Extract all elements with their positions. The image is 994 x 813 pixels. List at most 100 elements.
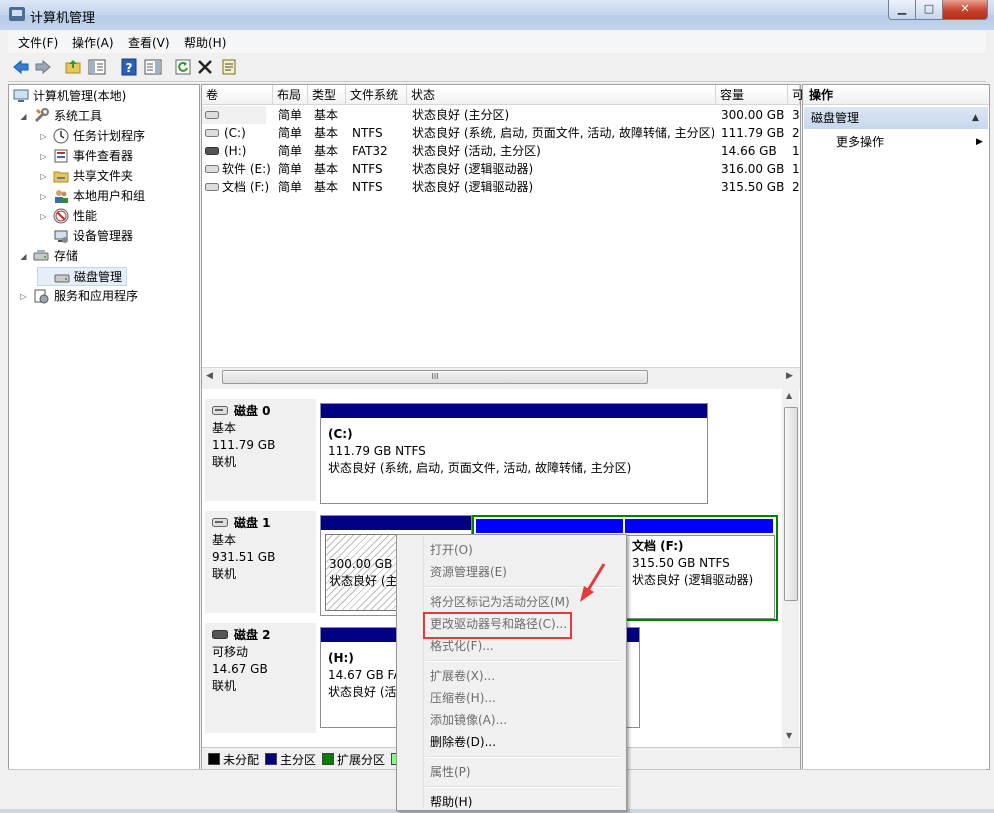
disk-1-label[interactable]: 磁盘 1 基本 931.51 GB 联机 bbox=[205, 511, 317, 613]
table-row[interactable]: (H:) 简单 基本 FAT32 状态良好 (活动, 主分区) 14.66 GB… bbox=[202, 142, 800, 160]
svg-text:?: ? bbox=[126, 61, 133, 75]
menu-help[interactable]: 帮助(H) bbox=[184, 34, 226, 51]
logical-drive-e-bar bbox=[476, 519, 623, 533]
system-tools-icon bbox=[34, 108, 49, 123]
up-folder-icon[interactable] bbox=[64, 58, 82, 76]
toolbar: ? bbox=[8, 53, 986, 82]
collapsed-arrow-icon[interactable]: ▷ bbox=[39, 172, 48, 181]
disk-2-label[interactable]: 磁盘 2 可移动 14.67 GB 联机 bbox=[205, 623, 317, 733]
type-cell: 基本 bbox=[314, 180, 339, 194]
volume-cell: 文档 (F:) bbox=[202, 178, 272, 196]
capacity-cell: 14.66 GB bbox=[721, 144, 777, 158]
status-cell: 状态良好 (活动, 主分区) bbox=[412, 144, 541, 158]
collapse-up-icon[interactable]: ▲ bbox=[972, 107, 979, 129]
column-header-type[interactable]: 类型 bbox=[308, 85, 346, 105]
column-header-status[interactable]: 状态 bbox=[407, 85, 716, 105]
disk-0-label[interactable]: 磁盘 0 基本 111.79 GB 联机 bbox=[205, 399, 317, 501]
computer-management-icon bbox=[13, 89, 29, 102]
drive-icon bbox=[205, 111, 219, 119]
menu-item-open[interactable]: 打开(O) bbox=[397, 539, 626, 561]
delete-icon[interactable] bbox=[196, 58, 214, 76]
menu-separator bbox=[425, 786, 621, 788]
layout-cell: 简单 bbox=[278, 162, 303, 176]
scroll-left-arrow-icon[interactable]: ◀ bbox=[206, 371, 213, 381]
partition-status: 状态良好 (系统, 启动, 页面文件, 活动, 故障转储, 主分区) bbox=[328, 461, 632, 475]
disk-icon bbox=[212, 406, 228, 415]
tree-item-disk-management[interactable]: 磁盘管理 bbox=[37, 267, 128, 286]
actions-section-disk-management[interactable]: 磁盘管理 ▲ bbox=[804, 107, 988, 129]
type-cell: 基本 bbox=[314, 144, 339, 158]
maximize-button[interactable]: □ bbox=[915, 0, 943, 20]
column-header-filesystem[interactable]: 文件系统 bbox=[346, 85, 407, 105]
red-arrow-icon bbox=[580, 563, 606, 602]
capacity-cell: 300.00 GB bbox=[721, 108, 785, 122]
minimize-button[interactable]: ▁ bbox=[888, 0, 916, 20]
tree-label: 性能 bbox=[73, 209, 98, 223]
legend-label: 未分配 bbox=[223, 753, 260, 767]
menu-item-properties[interactable]: 属性(P) bbox=[397, 761, 626, 783]
menu-view[interactable]: 查看(V) bbox=[128, 34, 170, 51]
horizontal-scrollbar[interactable]: ◀ III ▶ bbox=[202, 367, 800, 385]
legend-swatch-unallocated bbox=[208, 753, 220, 765]
type-cell: 基本 bbox=[314, 108, 339, 122]
legend-swatch-primary bbox=[265, 753, 277, 765]
scroll-up-arrow-icon[interactable]: ▲ bbox=[786, 391, 792, 400]
table-row[interactable]: 文档 (F:) 简单 基本 NTFS 状态良好 (逻辑驱动器) 315.50 G… bbox=[202, 178, 800, 196]
help-icon[interactable]: ? bbox=[120, 58, 138, 76]
menu-item-help[interactable]: 帮助(H) bbox=[397, 791, 626, 813]
menu-item-delete-volume[interactable]: 删除卷(D)... bbox=[397, 731, 626, 753]
expanded-arrow-icon[interactable]: ◢ bbox=[19, 112, 28, 121]
show-hide-action-pane-icon[interactable] bbox=[144, 58, 162, 76]
menu-action[interactable]: 操作(A) bbox=[72, 34, 114, 51]
column-header-capacity[interactable]: 容量 bbox=[716, 85, 788, 105]
table-row[interactable]: 软件 (E:) 简单 基本 NTFS 状态良好 (逻辑驱动器) 316.00 G… bbox=[202, 160, 800, 178]
tree-label: 任务计划程序 bbox=[73, 129, 146, 143]
scroll-down-arrow-icon[interactable]: ▼ bbox=[786, 731, 792, 740]
legend-label: 扩展分区 bbox=[337, 753, 386, 767]
close-button[interactable]: ✕ bbox=[942, 0, 988, 20]
vertical-scrollbar[interactable]: ▲ ▼ bbox=[782, 389, 799, 747]
horizontal-scroll-thumb[interactable]: III bbox=[222, 370, 648, 384]
disk-size: 931.51 GB bbox=[212, 550, 276, 564]
partition-f[interactable]: 文档 (F:) 315.50 GB NTFS 状态良好 (逻辑驱动器) bbox=[625, 535, 775, 619]
collapsed-arrow-icon[interactable]: ▷ bbox=[39, 152, 48, 161]
menu-file[interactable]: 文件(F) bbox=[18, 34, 58, 51]
computer-management-icon bbox=[9, 7, 25, 21]
status-cell: 状态良好 (逻辑驱动器) bbox=[412, 162, 534, 176]
table-row[interactable]: 简单 基本 状态良好 (主分区) 300.00 GB 3 bbox=[202, 106, 800, 124]
menu-item-add-mirror[interactable]: 添加镜像(A)... bbox=[397, 709, 626, 731]
disk-kind: 基本 bbox=[212, 421, 237, 435]
column-header-free[interactable]: 可 bbox=[788, 85, 804, 105]
primary-partition-bar bbox=[321, 404, 707, 418]
show-hide-tree-icon[interactable] bbox=[88, 58, 106, 76]
expanded-arrow-icon[interactable]: ◢ bbox=[19, 252, 28, 261]
collapsed-arrow-icon[interactable]: ▷ bbox=[39, 132, 48, 141]
disk-state: 联机 bbox=[212, 679, 237, 693]
forward-arrow-icon[interactable] bbox=[34, 58, 52, 76]
menu-item-shrink[interactable]: 压缩卷(H)... bbox=[397, 687, 626, 709]
partition-name: (C:) bbox=[328, 427, 353, 441]
status-cell: 状态良好 (逻辑驱动器) bbox=[412, 180, 534, 194]
menu-item-extend[interactable]: 扩展卷(X)... bbox=[397, 665, 626, 687]
back-arrow-icon[interactable] bbox=[12, 58, 30, 76]
users-icon bbox=[55, 190, 68, 203]
table-row[interactable]: (C:) 简单 基本 NTFS 状态良好 (系统, 启动, 页面文件, 活动, … bbox=[202, 124, 800, 142]
scroll-right-arrow-icon[interactable]: ▶ bbox=[786, 371, 793, 381]
refresh-icon[interactable] bbox=[174, 58, 192, 76]
column-header-volume[interactable]: 卷 bbox=[202, 85, 273, 105]
more-actions-label: 更多操作 bbox=[836, 135, 885, 149]
legend-label: 主分区 bbox=[280, 753, 317, 767]
more-actions-item[interactable]: 更多操作 ▶ bbox=[804, 132, 988, 152]
menu-bar: 文件(F) 操作(A) 查看(V) 帮助(H) bbox=[8, 31, 986, 53]
properties-icon[interactable] bbox=[220, 58, 238, 76]
drive-icon bbox=[205, 183, 219, 191]
partition-size: 315.50 GB NTFS bbox=[632, 556, 730, 570]
collapsed-arrow-icon[interactable]: ▷ bbox=[19, 292, 28, 301]
column-header-layout[interactable]: 布局 bbox=[273, 85, 308, 105]
services-icon bbox=[34, 289, 49, 304]
type-cell: 基本 bbox=[314, 126, 339, 140]
vertical-scroll-thumb[interactable] bbox=[784, 407, 798, 601]
collapsed-arrow-icon[interactable]: ▷ bbox=[39, 212, 48, 221]
collapsed-arrow-icon[interactable]: ▷ bbox=[39, 192, 48, 201]
partition-c[interactable]: (C:) 111.79 GB NTFS 状态良好 (系统, 启动, 页面文件, … bbox=[320, 403, 708, 504]
